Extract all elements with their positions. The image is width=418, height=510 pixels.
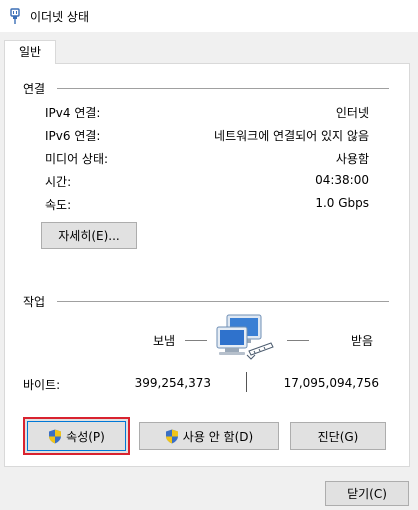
- diagnose-button[interactable]: 진단(G): [290, 422, 386, 450]
- title-bar[interactable]: 이더넷 상태: [0, 0, 418, 32]
- ipv6-label: IPv6 연결:: [45, 129, 101, 143]
- bytes-sent-value: 399,254,373: [134, 376, 211, 390]
- tab-panel-general: 연결 IPv4 연결: 인터넷 IPv6 연결: 네트워크에 연결되어 있지 않…: [4, 63, 410, 467]
- ethernet-status-dialog: 이더넷 상태 일반 연결 IPv4 연결: 인터넷 IPv6 연결: 네트워크에…: [0, 0, 418, 510]
- properties-button[interactable]: 속성(P): [23, 417, 130, 455]
- activity-group-heading: 작업: [23, 295, 46, 309]
- activity-group-rule: [57, 301, 389, 302]
- bytes-divider: [246, 372, 247, 392]
- ipv6-value: 네트워크에 연결되어 있지 않음: [214, 129, 369, 143]
- tab-general[interactable]: 일반: [4, 40, 56, 64]
- bytes-label: 바이트:: [23, 378, 61, 392]
- close-button[interactable]: 닫기(C): [325, 481, 409, 506]
- ipv4-label: IPv4 연결:: [45, 106, 101, 120]
- uac-shield-icon: [165, 429, 178, 443]
- sent-dash: [185, 340, 207, 341]
- media-state-value: 사용함: [335, 152, 369, 166]
- sent-label: 보냄: [153, 334, 176, 348]
- window-title: 이더넷 상태: [30, 10, 90, 24]
- focus-outline: [27, 421, 126, 451]
- ethernet-plug-icon: [10, 8, 20, 24]
- network-computers-icon: [216, 314, 274, 360]
- disable-button-label: 사용 안 함(D): [182, 429, 254, 444]
- received-label: 받음: [351, 334, 374, 348]
- duration-label: 시간:: [45, 175, 72, 189]
- received-dash: [287, 340, 309, 341]
- ipv4-value: 인터넷: [335, 106, 369, 120]
- media-state-label: 미디어 상태:: [45, 152, 109, 166]
- speed-label: 속도:: [45, 198, 72, 212]
- connection-group-rule: [57, 88, 389, 89]
- details-button[interactable]: 자세히(E)...: [41, 222, 137, 249]
- speed-value: 1.0 Gbps: [315, 196, 369, 210]
- bytes-received-value: 17,095,094,756: [283, 376, 379, 390]
- duration-value: 04:38:00: [315, 173, 369, 187]
- connection-group-heading: 연결: [23, 82, 46, 96]
- disable-button[interactable]: 사용 안 함(D): [139, 422, 279, 450]
